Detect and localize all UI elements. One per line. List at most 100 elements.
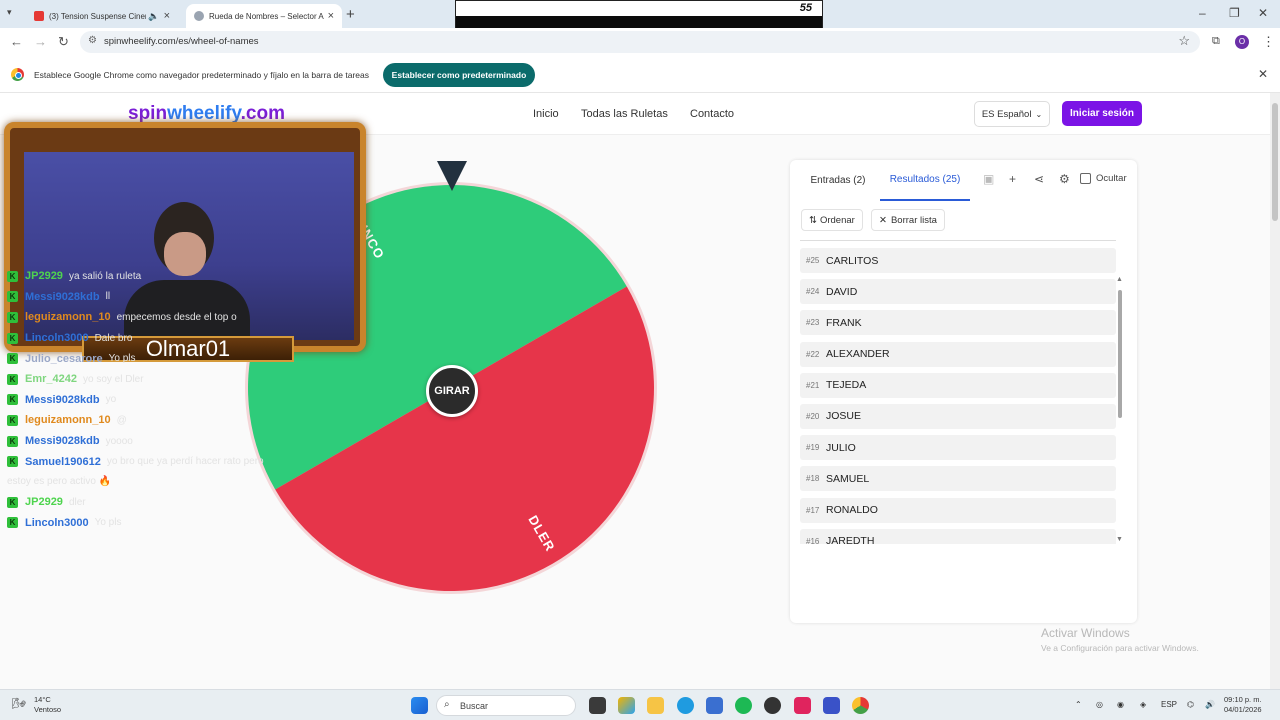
chat-message: K JP2929 ya salió la ruleta [0, 266, 320, 287]
new-tab-icon[interactable]: + [346, 6, 355, 23]
tray-overflow-icon[interactable]: ⌃ [1075, 700, 1082, 709]
site-info-icon[interactable]: ⚙ [88, 35, 97, 46]
weather-desc: Ventoso [34, 705, 62, 714]
browser-tab-youtube[interactable]: (3) Tension Suspense Cinem 🔈 × [26, 4, 178, 28]
url-field[interactable]: ⚙ spinwheelify.com/es/wheel-of-names ☆ [80, 31, 1200, 53]
taskbar-search[interactable]: ⌕ Buscar [436, 695, 576, 716]
wheel-pointer-icon [437, 161, 467, 191]
default-browser-infobar: Establece Google Chrome como navegador p… [0, 56, 1280, 93]
chat-username: Emr_4242 [25, 373, 77, 386]
kick-badge-icon: K [7, 414, 18, 426]
forward-icon[interactable]: → [34, 34, 47, 49]
app-icon[interactable] [823, 697, 840, 714]
login-button[interactable]: Iniciar sesión [1062, 101, 1142, 126]
start-icon[interactable] [411, 697, 428, 714]
network-icon[interactable]: ⌬ [1187, 700, 1194, 709]
spotify-icon[interactable] [735, 697, 752, 714]
sort-button[interactable]: ⇅ Ordenar [801, 209, 863, 231]
result-row: #24 DAVID [800, 279, 1116, 305]
save-icon[interactable]: ▣ [983, 172, 994, 186]
profile-avatar[interactable]: O [1235, 35, 1249, 49]
result-name: SAMUEL [826, 472, 870, 485]
result-row: #25 CARLITOS [800, 248, 1116, 273]
result-number: #17 [806, 505, 820, 515]
language-select[interactable]: ES Español ⌄ [974, 101, 1050, 127]
chrome-taskbar-icon[interactable] [852, 697, 869, 714]
add-icon[interactable]: + [1009, 172, 1016, 186]
file-explorer-icon[interactable] [647, 697, 664, 714]
bookmark-star-icon[interactable]: ☆ [1178, 33, 1190, 49]
scroll-up-icon[interactable]: ▲ [1116, 276, 1123, 283]
nav-inicio[interactable]: Inicio [533, 108, 559, 120]
chat-text: Yo pls [108, 353, 136, 365]
app-icon[interactable] [764, 697, 781, 714]
weather-widget[interactable]: 🌬 14°C Ventoso [12, 695, 61, 715]
store-icon[interactable] [706, 697, 723, 714]
clock[interactable]: 09:10 p. m. 04/01/2026 [1224, 695, 1262, 715]
chat-username: JP2929 [25, 270, 63, 283]
chat-username: Lincoln3000 [25, 332, 89, 345]
result-name: FRANK [826, 316, 862, 329]
scrollbar-thumb[interactable] [1118, 290, 1122, 418]
kick-badge-icon: K [7, 373, 18, 385]
close-tab-icon[interactable]: × [328, 10, 334, 22]
tray-app-icon[interactable]: ◉ [1117, 700, 1124, 709]
tab-entries[interactable]: Entradas (2) [798, 160, 878, 201]
tray-app-icon[interactable]: ◈ [1140, 700, 1146, 709]
maximize-icon[interactable]: ❐ [1229, 6, 1240, 20]
infobar-close-icon[interactable]: ✕ [1258, 67, 1268, 81]
tab-search-icon[interactable]: ▾ [7, 7, 12, 18]
result-number: #16 [806, 536, 820, 544]
result-number: #19 [806, 443, 820, 453]
window-close-icon[interactable]: ✕ [1258, 6, 1268, 20]
copilot-icon[interactable] [618, 697, 635, 714]
result-row: #18 SAMUEL [800, 466, 1116, 492]
chat-message: K Lincoln3000 Yo pls [0, 513, 320, 534]
nav-todas-ruletas[interactable]: Todas las Ruletas [581, 108, 668, 120]
logo-part: spin [128, 103, 168, 124]
extensions-icon[interactable]: ⧉ [1212, 35, 1220, 48]
chat-text: Dale bro [94, 332, 133, 344]
spin-button[interactable]: GIRAR [426, 365, 478, 417]
result-name: RONALDO [826, 504, 878, 516]
chat-message: K Messi9028kdb ll [0, 287, 320, 308]
kick-badge-icon: K [7, 517, 18, 529]
chat-username: JP2929 [25, 496, 63, 509]
tiktok-icon[interactable] [794, 697, 811, 714]
tray-app-icon[interactable]: ◎ [1096, 700, 1103, 709]
results-scrollbar[interactable]: ▲ ▼ [1116, 276, 1123, 544]
page-scrollbar[interactable] [1270, 93, 1280, 689]
browser-menu-icon[interactable]: ⋮ [1262, 34, 1275, 50]
settings-gear-icon[interactable]: ⚙ [1059, 172, 1070, 186]
scroll-down-icon[interactable]: ▼ [1116, 536, 1123, 543]
back-icon[interactable]: ← [10, 34, 23, 49]
tab-results[interactable]: Resultados (25) [880, 160, 970, 201]
chat-text: @ [116, 414, 127, 426]
chat-username: Messi9028kdb [25, 393, 100, 406]
edge-icon[interactable] [677, 697, 694, 714]
browser-tab-wheel[interactable]: Rueda de Nombres – Selector A × [186, 4, 342, 28]
chat-message: K Lincoln3000 Dale bro [0, 328, 320, 349]
audio-icon[interactable]: 🔈 [148, 11, 159, 22]
scrollbar-thumb[interactable] [1272, 103, 1278, 221]
task-view-icon[interactable] [589, 697, 606, 714]
reload-icon[interactable]: ↻ [58, 34, 69, 50]
search-placeholder: Buscar [460, 701, 489, 711]
minimize-icon[interactable]: – [1199, 6, 1206, 20]
result-number: #22 [806, 349, 820, 359]
clear-list-button[interactable]: ✕ Borrar lista [871, 209, 945, 231]
result-name: JOSUE [826, 410, 862, 423]
chat-text: ll [105, 291, 111, 303]
language-indicator[interactable]: ESP [1161, 700, 1177, 709]
close-tab-icon[interactable]: × [164, 10, 170, 22]
hide-checkbox[interactable] [1080, 173, 1091, 184]
share-icon[interactable]: ⋖ [1034, 172, 1044, 186]
chat-message: K Emr_4242 yo soy el Dler [0, 369, 320, 390]
kick-badge-icon: K [7, 270, 18, 282]
nav-contacto[interactable]: Contacto [690, 108, 734, 120]
set-default-button[interactable]: Establecer como predeterminado [383, 63, 535, 87]
result-number: #18 [806, 474, 820, 484]
windows-activation-watermark: Activar Windows Ve a Configuración para … [1041, 626, 1199, 653]
weather-temp: 14°C [34, 695, 51, 704]
volume-icon[interactable]: 🔊 [1205, 700, 1215, 709]
